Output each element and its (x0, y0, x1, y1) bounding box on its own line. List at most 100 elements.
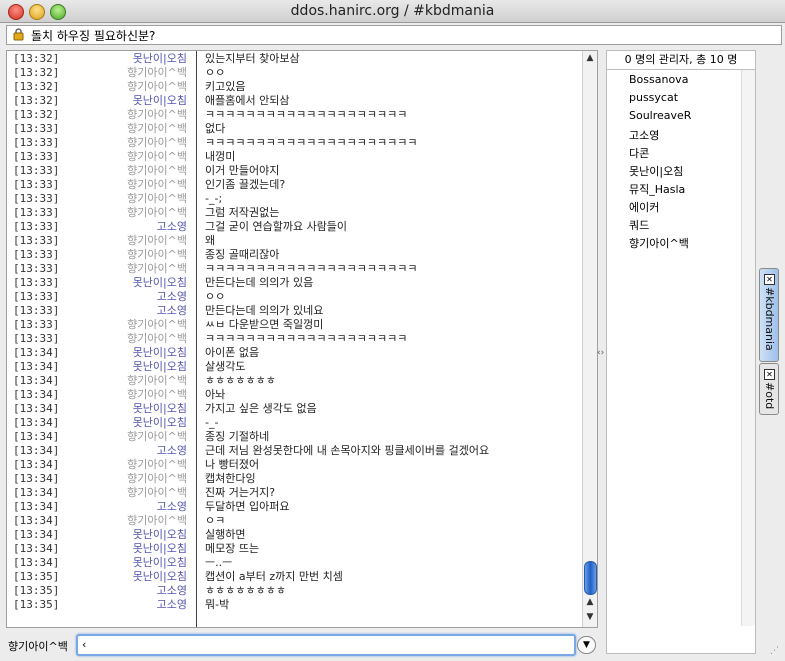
close-tab-icon[interactable]: ✕ (764, 369, 775, 380)
user-list-item[interactable]: pussycat (629, 91, 678, 104)
timestamp: [13:32] (13, 94, 60, 107)
nick-label[interactable]: 고소영 (157, 290, 187, 304)
nick-label[interactable]: 향기아이^백 (127, 80, 187, 94)
nick-label[interactable]: 향기아이^백 (127, 374, 187, 388)
user-list-item[interactable]: 고소영 (629, 127, 659, 143)
nick-label[interactable]: 향기아이^백 (127, 66, 187, 80)
timestamp: [13:35] (13, 584, 60, 597)
chat-line: [13:34] 못난이|오침 가지고 싶은 생각도 없음 (7, 402, 582, 416)
message-text: 진짜 거는거지? (205, 486, 276, 499)
scroll-thumb[interactable] (584, 561, 597, 595)
message-text: 있는지부터 찾아보삼 (205, 52, 300, 65)
nick-label[interactable]: 못난이|오침 (133, 556, 187, 570)
chat-line: [13:33] 향기아이^백 인기좀 끌겠는데? (7, 178, 582, 192)
nick-label[interactable]: 향기아이^백 (127, 192, 187, 206)
nick-label[interactable]: 못난이|오침 (133, 570, 187, 584)
user-list-item[interactable]: SoulreaveR (629, 109, 691, 122)
nick-label[interactable]: 향기아이^백 (127, 248, 187, 262)
nick-label[interactable]: 향기아이^백 (127, 234, 187, 248)
nick-label[interactable]: 향기아이^백 (127, 388, 187, 402)
user-list-item[interactable]: 쿼드 (629, 217, 649, 233)
message-input[interactable]: ‹ (76, 634, 576, 656)
timestamp: [13:33] (13, 136, 60, 149)
nick-label[interactable]: 향기아이^백 (127, 164, 187, 178)
timestamp: [13:34] (13, 542, 60, 555)
message-text: 살생각도 (205, 360, 246, 373)
nick-label[interactable]: 향기아이^백 (127, 472, 187, 486)
timestamp: [13:34] (13, 402, 60, 415)
channel-tab[interactable]: ✕ #otd (759, 363, 779, 415)
nick-label[interactable]: 향기아이^백 (127, 332, 187, 346)
nick-label[interactable]: 향기아이^백 (127, 486, 187, 500)
chat-log[interactable]: [13:32] 못난이|오침 있는지부터 찾아보삼 [13:32] 향기아이^백 ㅇㅇ [1… (7, 51, 582, 627)
nick-label[interactable]: 향기아이^백 (127, 122, 187, 136)
chat-line: [13:34] 향기아이^백 나 빵터졌어 (7, 458, 582, 472)
nick-label[interactable]: 향기아이^백 (127, 318, 187, 332)
timestamp: [13:34] (13, 430, 60, 443)
nick-label[interactable]: 못난이|오침 (133, 52, 187, 66)
chat-line: [13:34] 향기아이^백 종징 기절하네 (7, 430, 582, 444)
message-text: 왜 (205, 234, 216, 247)
title-bar[interactable]: ddos.hanirc.org / #kbdmania (0, 0, 785, 23)
nick-label[interactable]: 향기아이^백 (127, 514, 187, 528)
nick-label[interactable]: 못난이|오침 (133, 276, 187, 290)
message-text: ㅋㅋㅋㅋㅋㅋㅋㅋㅋㅋㅋㅋㅋㅋㅋㅋㅋㅋㅋㅋ (205, 108, 408, 121)
user-list-item[interactable]: 못난이|오침 (629, 163, 683, 179)
nick-label[interactable]: 고소영 (157, 220, 187, 234)
nick-label[interactable]: 향기아이^백 (127, 262, 187, 276)
close-tab-icon[interactable]: ✕ (764, 274, 775, 285)
message-text: 두달하면 입아퍼요 (205, 500, 290, 513)
user-list-item[interactable]: 뮤직_Hasla (629, 181, 685, 197)
nick-label[interactable]: 고소영 (157, 500, 187, 514)
nick-label[interactable]: 향기아이^백 (127, 178, 187, 192)
resize-grip-icon[interactable]: ⋰ (770, 646, 782, 658)
chat-scrollbar[interactable]: ▲ ▲ ▼ (582, 51, 597, 627)
nick-label[interactable]: 고소영 (157, 444, 187, 458)
nick-label[interactable]: 고소영 (157, 304, 187, 318)
timestamp: [13:33] (13, 150, 60, 163)
nick-label[interactable]: 향기아이^백 (127, 458, 187, 472)
nick-label[interactable]: 향기아이^백 (127, 430, 187, 444)
nick-label[interactable]: 못난이|오침 (133, 360, 187, 374)
user-list-item[interactable]: 다콘 (629, 145, 649, 161)
nick-label[interactable]: 못난이|오침 (133, 402, 187, 416)
chat-line: [13:34] 못난이|오침 아이폰 없음 (7, 346, 582, 360)
nick-label[interactable]: 향기아이^백 (127, 150, 187, 164)
timestamp: [13:34] (13, 556, 60, 569)
nick-label[interactable]: 못난이|오침 (133, 528, 187, 542)
nick-label[interactable]: 못난이|오침 (133, 94, 187, 108)
scroll-up-arrow-icon[interactable]: ▲ (585, 597, 595, 607)
channel-tab-label: #kbdmania (763, 287, 776, 351)
nick-label[interactable]: 향기아이^백 (127, 108, 187, 122)
user-list-item[interactable]: 에이커 (629, 199, 659, 215)
nick-label[interactable]: 향기아이^백 (127, 206, 187, 220)
user-list-item[interactable]: Bossanova (629, 73, 688, 86)
chat-line: [13:34] 못난이|오침 -_- (7, 416, 582, 430)
chat-line: [13:33] 향기아이^백 ㅆㅂ 다운받으면 죽일껑미 (7, 318, 582, 332)
chat-line: [13:33] 향기아이^백 왜 (7, 234, 582, 248)
user-list-item[interactable]: 향기아이^백 (629, 235, 689, 251)
nick-label[interactable]: 향기아이^백 (127, 136, 187, 150)
nick-label[interactable]: 못난이|오침 (133, 346, 187, 360)
current-nick[interactable]: 향기아이^백 (8, 638, 68, 654)
nick-label[interactable]: 못난이|오침 (133, 542, 187, 556)
timestamp: [13:34] (13, 486, 60, 499)
topic-bar[interactable]: 돌치 하우징 필요하신분? (6, 25, 782, 45)
chat-line: [13:33] 고소영 ㅇㅇ (7, 290, 582, 304)
history-dropdown-button[interactable]: ▼ (577, 636, 596, 654)
timestamp: [13:32] (13, 66, 60, 79)
scroll-down-arrow-icon[interactable]: ▼ (585, 612, 595, 622)
chat-line: [13:33] 향기아이^백 그럼 저작권없는 (7, 206, 582, 220)
chat-line: [13:33] 고소영 만든다는데 의의가 있네요 (7, 304, 582, 318)
chat-line: [13:33] 고소영 그걸 굳이 연습할까요 사람들이 (7, 220, 582, 234)
user-list-scrollbar[interactable] (741, 70, 755, 626)
nick-label[interactable]: 고소영 (157, 598, 187, 612)
nick-label[interactable]: 고소영 (157, 584, 187, 598)
nick-label[interactable]: 못난이|오침 (133, 416, 187, 430)
channel-tab[interactable]: ✕ #kbdmania (759, 268, 779, 362)
scroll-up-arrow-icon[interactable]: ▲ (585, 53, 595, 63)
user-list-panel: 0 명의 관리자, 총 10 명 Bossanova pussycat Soulre… (606, 50, 756, 654)
timestamp: [13:33] (13, 262, 60, 275)
pane-splitter-icon[interactable]: ‹› (597, 348, 604, 358)
timestamp: [13:33] (13, 220, 60, 233)
